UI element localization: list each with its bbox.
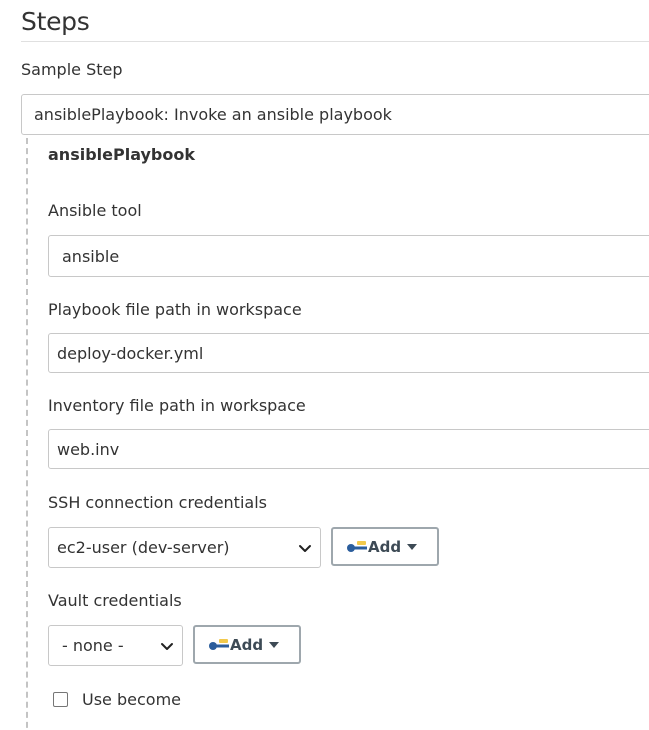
sample-step-label: Sample Step xyxy=(21,60,123,79)
ssh-credentials-selected-value: ec2-user (dev-server) xyxy=(57,538,230,557)
chevron-down-icon xyxy=(299,544,311,552)
vault-credentials-select[interactable]: - none - xyxy=(48,625,183,666)
steps-page: Steps Sample Step ansiblePlaybook: Invok… xyxy=(0,0,649,730)
step-form-rail xyxy=(26,138,28,730)
ssh-credentials-select[interactable]: ec2-user (dev-server) xyxy=(48,527,321,568)
caret-down-icon xyxy=(407,543,418,550)
vault-credentials-add-label: Add xyxy=(230,635,264,654)
key-icon xyxy=(209,638,229,650)
ssh-credentials-label: SSH connection credentials xyxy=(48,493,267,512)
playbook-path-value: deploy-docker.yml xyxy=(57,343,204,363)
ansible-tool-value: ansible xyxy=(62,246,120,266)
key-icon xyxy=(347,540,367,552)
sample-step-selected-value: ansiblePlaybook: Invoke an ansible playb… xyxy=(34,105,392,124)
inventory-path-label: Inventory file path in workspace xyxy=(48,396,306,415)
use-become-row[interactable]: Use become xyxy=(53,690,181,709)
playbook-path-label: Playbook file path in workspace xyxy=(48,300,302,319)
playbook-path-input[interactable]: deploy-docker.yml xyxy=(48,333,649,373)
inventory-path-input[interactable]: web.inv xyxy=(48,429,649,469)
use-become-checkbox[interactable] xyxy=(53,692,68,707)
use-become-label: Use become xyxy=(82,690,181,709)
chevron-down-icon xyxy=(161,642,173,650)
ssh-credentials-add-label: Add xyxy=(368,537,402,556)
sample-step-select[interactable]: ansiblePlaybook: Invoke an ansible playb… xyxy=(21,94,649,135)
ansible-tool-label: Ansible tool xyxy=(48,201,142,220)
inventory-path-value: web.inv xyxy=(57,439,120,459)
ssh-credentials-add-button[interactable]: Add xyxy=(331,527,439,566)
section-divider xyxy=(21,41,649,42)
section-title: Steps xyxy=(21,7,90,36)
caret-down-icon xyxy=(269,641,280,648)
ansible-tool-field[interactable]: ansible xyxy=(48,235,649,277)
vault-credentials-add-button[interactable]: Add xyxy=(193,625,301,664)
vault-credentials-label: Vault credentials xyxy=(48,591,182,610)
vault-credentials-selected-value: - none - xyxy=(62,636,124,655)
step-form-title: ansiblePlaybook xyxy=(48,145,196,164)
